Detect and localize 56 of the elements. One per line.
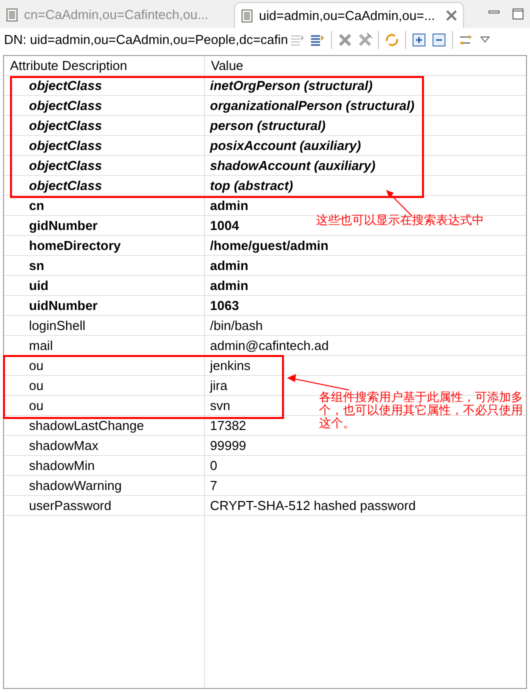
attribute-value: 1063 <box>210 296 239 315</box>
attribute-name: gidNumber <box>29 216 98 235</box>
attribute-name: ou <box>29 376 44 395</box>
annotation-text: 这些也可以显示在搜索表达式中 <box>316 212 484 229</box>
attribute-value: /bin/bash <box>210 316 263 335</box>
attribute-value: svn <box>210 396 230 415</box>
attribute-value: 7 <box>210 476 218 495</box>
attribute-value: CRYPT-SHA-512 hashed password <box>210 496 416 515</box>
attribute-value: admin <box>210 276 248 295</box>
attribute-value: admin <box>210 256 248 275</box>
attribute-value: 1004 <box>210 216 239 235</box>
attribute-name: shadowMax <box>29 436 98 455</box>
close-icon[interactable] <box>446 10 457 21</box>
attribute-value: 17382 <box>210 416 246 435</box>
attribute-name: homeDirectory <box>29 236 121 255</box>
dropdown-icon[interactable] <box>480 36 490 44</box>
attribute-name: objectClass <box>29 96 102 115</box>
attribute-name: objectClass <box>29 156 102 175</box>
attribute-value: inetOrgPerson (structural) <box>210 76 373 95</box>
attribute-name: sn <box>29 256 44 275</box>
attribute-value: 0 <box>210 456 218 475</box>
attribute-name: loginShell <box>29 316 86 335</box>
attribute-name: objectClass <box>29 76 102 95</box>
attribute-name: cn <box>29 196 44 215</box>
attribute-name: objectClass <box>29 176 102 195</box>
document-icon <box>241 8 253 22</box>
attribute-value: person (structural) <box>210 116 326 135</box>
attribute-value: shadowAccount (auxiliary) <box>210 156 376 175</box>
attribute-value: jira <box>210 376 228 395</box>
arrow-icon <box>286 374 350 392</box>
annotation-text: 各组件搜索用户基于此属性，可添加多个，也可以使用其它属性，不必只使用这个。 <box>319 391 524 430</box>
attribute-name: shadowLastChange <box>29 416 144 435</box>
document-icon <box>6 8 18 22</box>
attribute-value: /home/guest/admin <box>210 236 328 255</box>
attribute-name: objectClass <box>29 136 102 155</box>
attribute-name: uidNumber <box>29 296 98 315</box>
attribute-value: organizationalPerson (structural) <box>210 96 414 115</box>
attribute-name: shadowMin <box>29 456 95 475</box>
dn-label: DN: uid=admin,ou=CaAdmin,ou=People,dc=cafin <box>4 31 288 50</box>
attribute-name: ou <box>29 396 44 415</box>
attribute-value: top (abstract) <box>210 176 294 195</box>
attribute-name: mail <box>29 336 53 355</box>
attribute-name: uid <box>29 276 48 295</box>
attribute-name: ou <box>29 356 44 375</box>
editor-tab[interactable]: uid=admin,ou=CaAdmin,ou=... <box>234 2 464 28</box>
attribute-name: shadowWarning <box>29 476 122 495</box>
maximize-icon[interactable] <box>512 8 524 20</box>
attribute-value: jenkins <box>210 356 250 375</box>
attribute-value: posixAccount (auxiliary) <box>210 136 361 155</box>
attribute-name: objectClass <box>29 116 102 135</box>
attribute-value: 99999 <box>210 436 246 455</box>
column-header[interactable]: Value <box>205 56 526 75</box>
column-header[interactable]: Attribute Description <box>4 56 205 75</box>
attribute-name: userPassword <box>29 496 112 515</box>
attribute-value: admin <box>210 196 248 215</box>
attribute-value: admin@cafintech.ad <box>210 336 329 355</box>
